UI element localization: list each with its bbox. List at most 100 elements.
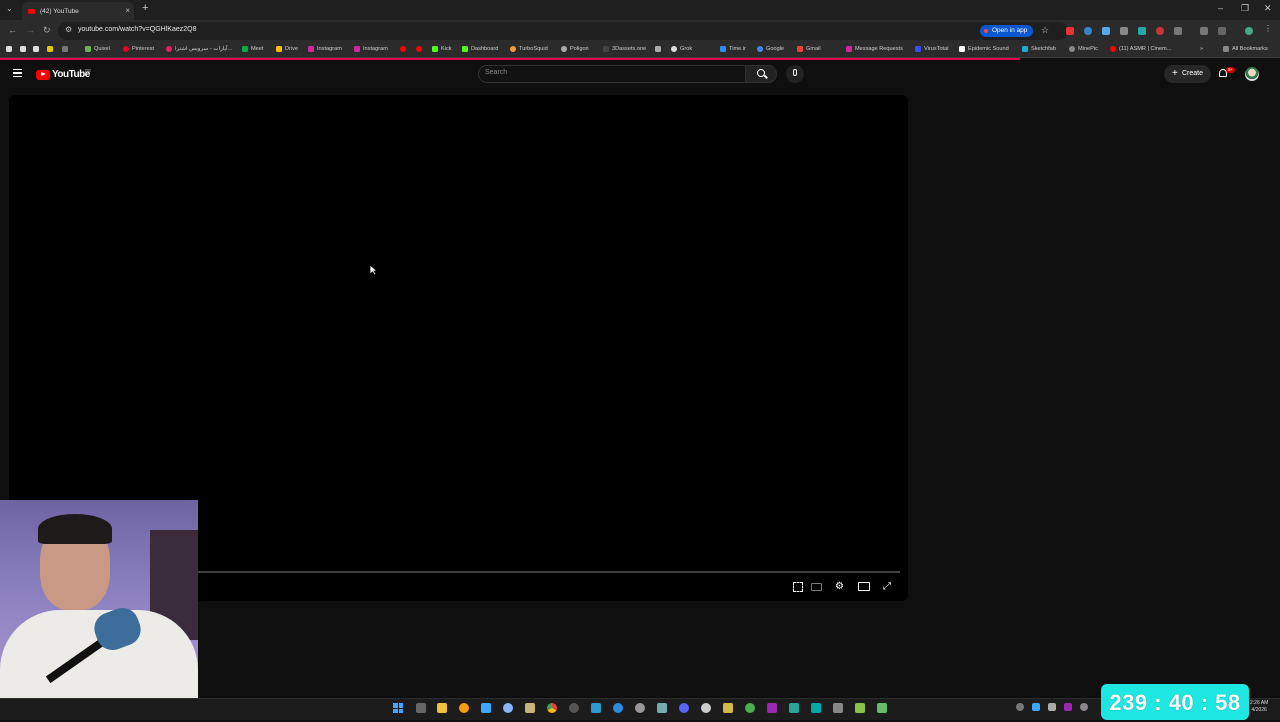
fullscreen-icon[interactable]: ⤢ xyxy=(883,581,891,592)
tab-search-icon[interactable]: ⌄ xyxy=(6,4,13,13)
minimize-button[interactable]: – xyxy=(1218,3,1223,13)
taskbar-app-icon[interactable] xyxy=(635,703,645,713)
bookmark-icon[interactable] xyxy=(62,46,71,52)
reload-button[interactable]: ↻ xyxy=(43,25,51,36)
bookmark-asmr[interactable]: (11) ASMR | Cinem... xyxy=(1110,46,1171,52)
subtitles-icon[interactable] xyxy=(811,583,822,591)
tray-icon[interactable] xyxy=(1016,703,1024,711)
bookmark-quixel[interactable]: Quixel xyxy=(85,46,110,52)
taskbar-app-icon[interactable] xyxy=(745,703,755,713)
settings-gear-icon[interactable]: ⚙ xyxy=(835,581,844,592)
restore-button[interactable]: ❐ xyxy=(1241,3,1249,14)
create-button[interactable]: Create xyxy=(1164,65,1212,83)
task-view-icon[interactable] xyxy=(416,703,426,713)
bookmark-instagram[interactable]: Instagram xyxy=(354,46,388,52)
taskbar-app-icon[interactable] xyxy=(877,703,887,713)
clip-icon[interactable] xyxy=(793,582,803,592)
tray-icon[interactable] xyxy=(1080,703,1088,711)
new-tab-button[interactable]: + xyxy=(142,2,148,14)
tray-icon[interactable] xyxy=(1032,703,1040,711)
bookmark-google[interactable]: Google xyxy=(757,46,784,52)
tab-youtube[interactable]: (42) YouTube × xyxy=(22,2,134,20)
extension-icon[interactable] xyxy=(1156,27,1164,35)
taskbar-time: 2:26 AM xyxy=(1250,700,1269,706)
taskbar-app-icon[interactable] xyxy=(591,703,601,713)
bookmark-time-ir[interactable]: Time.ir xyxy=(720,46,746,52)
bookmark-icon[interactable] xyxy=(47,46,56,52)
address-bar[interactable]: ⚙ youtube.com/watch?v=QGHlKaez2Q8 xyxy=(58,22,1068,40)
video-progress-bar[interactable] xyxy=(198,571,900,573)
browser-menu-icon[interactable]: ⋮ xyxy=(1264,24,1272,33)
bookmark-sketchfab[interactable]: Sketchfab xyxy=(1022,46,1056,52)
taskbar-app-icon[interactable] xyxy=(811,703,821,713)
extension-icon[interactable] xyxy=(1066,27,1074,35)
bookmark-star-icon[interactable]: ☆ xyxy=(1041,25,1049,36)
bookmarks-overflow-icon[interactable]: » xyxy=(1200,46,1203,52)
bookmark-turbosquid[interactable]: TurboSquid xyxy=(510,46,548,52)
instagram-icon xyxy=(308,46,314,52)
taskbar-app-icon[interactable] xyxy=(525,703,535,713)
url-text[interactable]: youtube.com/watch?v=QGHlKaez2Q8 xyxy=(78,26,196,33)
apps-icon[interactable] xyxy=(6,46,15,52)
taskbar-app-icon[interactable] xyxy=(657,703,667,713)
tray-icon[interactable] xyxy=(1048,703,1056,711)
extension-icon[interactable] xyxy=(1084,27,1092,35)
taskbar-app-icon[interactable] xyxy=(569,703,579,713)
taskbar-clock[interactable]: 2:26 AM 4/2026 xyxy=(1250,700,1268,713)
bookmark-aparat[interactable]: آپارات - سرویس اشترا... xyxy=(166,46,232,52)
extensions-puzzle-icon[interactable] xyxy=(1174,27,1182,35)
bookmark-icon[interactable] xyxy=(655,46,664,52)
profile-icon[interactable] xyxy=(1245,27,1253,35)
tray-icon[interactable] xyxy=(1064,703,1072,711)
bookmark-message-requests[interactable]: Message Requests xyxy=(846,46,903,52)
taskbar-app-icon[interactable] xyxy=(701,703,711,713)
bookmark-youtube[interactable] xyxy=(416,46,425,52)
discord-icon[interactable] xyxy=(679,703,689,713)
tab-close-icon[interactable]: × xyxy=(125,6,130,15)
taskbar-app-icon[interactable] xyxy=(613,703,623,713)
extension-icon[interactable] xyxy=(1218,27,1226,35)
bookmark-virustotal[interactable]: VirusTotal xyxy=(915,46,948,52)
bookmark-minepic[interactable]: MinePic xyxy=(1069,46,1098,52)
extension-icon[interactable] xyxy=(1102,27,1110,35)
bookmark-icon[interactable] xyxy=(33,46,42,52)
taskbar-app-icon[interactable] xyxy=(723,703,733,713)
youtube-logo[interactable]: YouTube xyxy=(36,69,90,80)
all-bookmarks-button[interactable]: All Bookmarks xyxy=(1223,46,1268,52)
back-button[interactable]: ← xyxy=(8,25,17,35)
chrome-icon[interactable] xyxy=(547,703,557,713)
bookmark-3dassets[interactable]: 3Dassets.one xyxy=(603,46,646,52)
bookmark-icon[interactable] xyxy=(20,46,29,52)
bookmark-grok[interactable]: Grok xyxy=(671,46,692,52)
file-explorer-icon[interactable] xyxy=(437,703,447,713)
extension-icon[interactable] xyxy=(1200,27,1208,35)
bookmark-meet[interactable]: Meet xyxy=(242,46,263,52)
site-info-icon[interactable]: ⚙ xyxy=(65,25,72,34)
search-app-icon[interactable] xyxy=(459,703,469,713)
bookmark-instagram[interactable]: Instagram xyxy=(308,46,342,52)
bookmark-pinterest[interactable]: Pinterest xyxy=(123,46,154,52)
bookmark-dashboard[interactable]: Dashboard xyxy=(462,46,498,52)
search-input[interactable] xyxy=(478,65,746,83)
bookmark-gmail[interactable]: Gmail xyxy=(797,46,821,52)
close-window-button[interactable]: ✕ xyxy=(1264,3,1272,14)
bookmark-drive[interactable]: Drive xyxy=(276,46,298,52)
taskbar-app-icon[interactable] xyxy=(481,703,491,713)
taskbar-app-icon[interactable] xyxy=(855,703,865,713)
windows-start-icon[interactable] xyxy=(393,703,403,713)
bookmark-youtube[interactable] xyxy=(400,46,409,52)
open-in-app-button[interactable]: Open in app xyxy=(980,25,1034,37)
taskbar-app-icon[interactable] xyxy=(767,703,777,713)
theater-mode-icon[interactable] xyxy=(858,582,870,591)
extension-icon[interactable] xyxy=(1138,27,1146,35)
extension-icon[interactable] xyxy=(1120,27,1128,35)
avatar[interactable] xyxy=(1245,67,1259,81)
settings-app-icon[interactable] xyxy=(503,703,513,713)
guide-menu-icon[interactable] xyxy=(13,69,22,77)
taskbar-app-icon[interactable] xyxy=(833,703,843,713)
bookmark-kick[interactable]: Kick xyxy=(432,46,452,52)
taskbar-app-icon[interactable] xyxy=(789,703,799,713)
bookmark-epidemic-sound[interactable]: Epidemic Sound xyxy=(959,46,1009,52)
forward-button[interactable]: → xyxy=(26,25,35,35)
bookmark-poligon[interactable]: Poligon xyxy=(561,46,589,52)
